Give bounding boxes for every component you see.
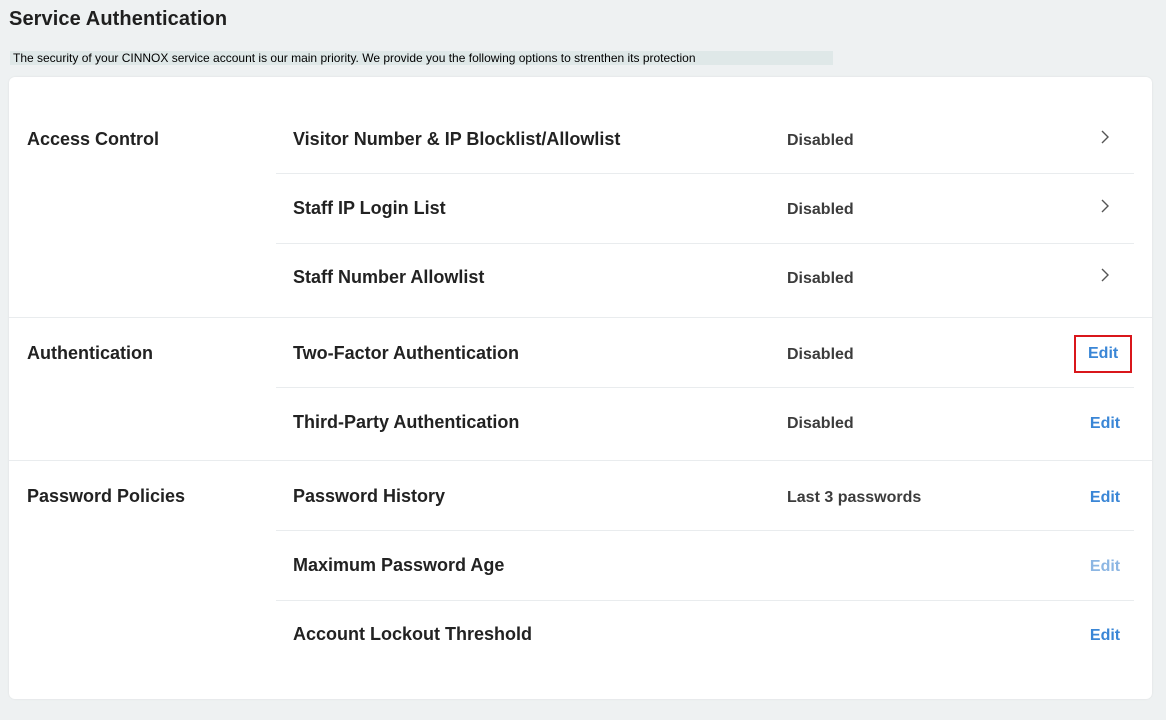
row-name: Maximum Password Age (293, 555, 505, 575)
row-name: Third-Party Authentication (293, 412, 520, 432)
row-status: Disabled (787, 346, 854, 363)
row-name: Staff Number Allowlist (293, 267, 485, 287)
row-name: Visitor Number & IP Blocklist/Allowlist (293, 129, 621, 149)
row-password-history[interactable]: Password History Last 3 passwords Edit (276, 461, 1134, 531)
edit-two-factor-button[interactable]: Edit (1073, 335, 1133, 373)
row-third-party-authentication[interactable]: Third-Party Authentication Disabled Edit (276, 388, 1134, 457)
row-action: Edit (1082, 489, 1128, 507)
page-subtitle: The security of your CINNOX service acco… (10, 51, 833, 65)
section-access-control: Access Control Visitor Number & IP Block… (9, 77, 1152, 317)
row-action: Edit (1082, 558, 1128, 576)
row-staff-number-allowlist[interactable]: Staff Number Allowlist Disabled (276, 244, 1134, 313)
row-staff-ip-login-list[interactable]: Staff IP Login List Disabled (276, 174, 1134, 244)
edit-maximum-password-age-button[interactable]: Edit (1090, 558, 1120, 576)
row-action (1082, 198, 1128, 219)
row-name: Two-Factor Authentication (293, 343, 519, 363)
section-label-access-control: Access Control (27, 129, 160, 149)
row-name: Account Lockout Threshold (293, 624, 533, 644)
row-name: Staff IP Login List (293, 198, 446, 218)
row-two-factor-authentication[interactable]: Two-Factor Authentication Disabled Edit (276, 318, 1134, 388)
row-action (1082, 267, 1128, 288)
edit-account-lockout-button[interactable]: Edit (1090, 627, 1120, 645)
chevron-right-icon[interactable] (1097, 129, 1113, 145)
section-password-policies: Password Policies Password History Last … (9, 460, 1152, 700)
row-maximum-password-age[interactable]: Maximum Password Age Edit (276, 531, 1134, 601)
section-label-password-policies: Password Policies (27, 486, 186, 506)
edit-third-party-button[interactable]: Edit (1090, 415, 1120, 433)
settings-card: Access Control Visitor Number & IP Block… (9, 77, 1152, 699)
section-label-authentication: Authentication (27, 343, 153, 363)
row-status: Disabled (787, 415, 854, 432)
row-visitor-number-ip-list[interactable]: Visitor Number & IP Blocklist/Allowlist … (276, 104, 1134, 174)
row-name: Password History (293, 486, 446, 506)
row-status: Disabled (787, 270, 854, 287)
section-authentication: Authentication Two-Factor Authentication… (9, 317, 1152, 461)
page-title: Service Authentication (9, 8, 228, 30)
row-account-lockout-threshold[interactable]: Account Lockout Threshold Edit (276, 601, 1134, 670)
edit-password-history-button[interactable]: Edit (1090, 489, 1120, 507)
row-action (1082, 129, 1128, 150)
chevron-right-icon[interactable] (1097, 267, 1113, 283)
row-status: Last 3 passwords (787, 489, 922, 506)
chevron-right-icon[interactable] (1097, 198, 1113, 214)
row-action: Edit (1082, 627, 1128, 645)
row-status: Disabled (787, 201, 854, 218)
row-action: Edit (1073, 335, 1133, 373)
row-status: Disabled (787, 132, 854, 149)
row-action: Edit (1082, 415, 1128, 433)
